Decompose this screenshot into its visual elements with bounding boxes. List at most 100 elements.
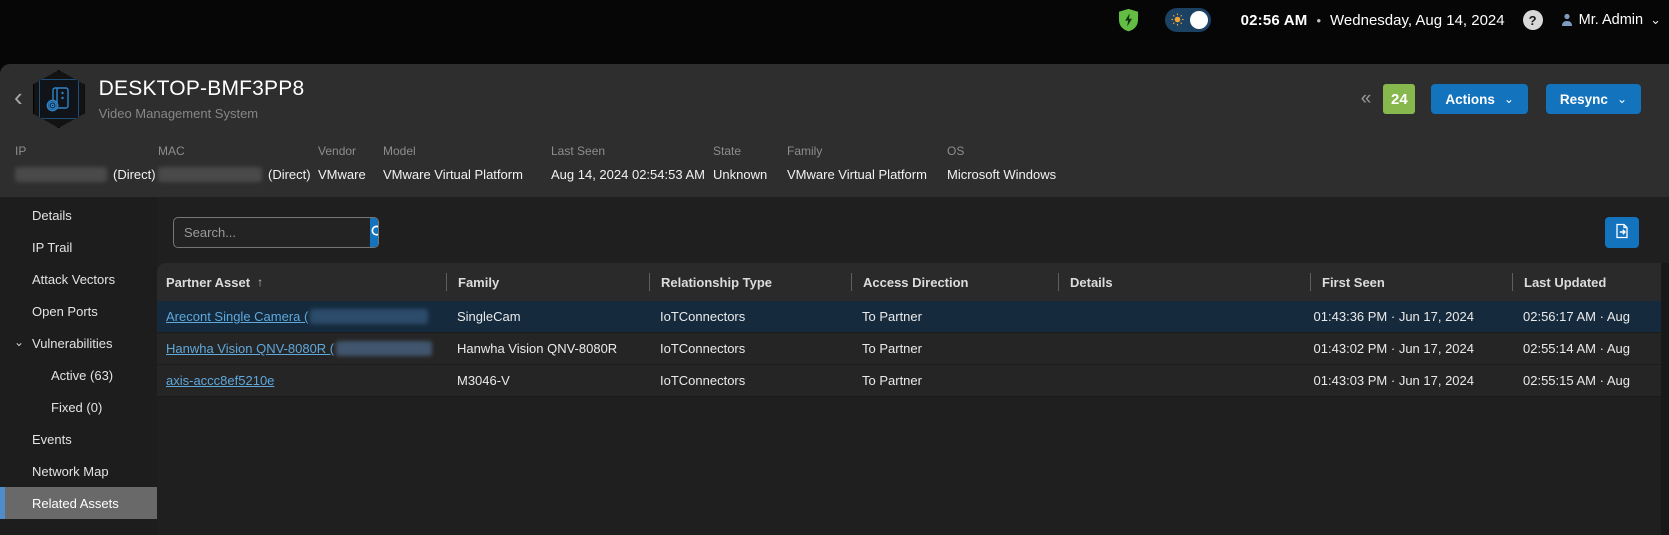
partner-asset-link[interactable]: axis-accc8ef5210e [166, 373, 274, 388]
chevron-down-icon[interactable]: ⌄ [14, 335, 24, 349]
info-value: (Direct) [15, 167, 158, 182]
sidebar-item-attack-vectors[interactable]: Attack Vectors [0, 263, 157, 295]
chevron-down-icon: ⌄ [1504, 92, 1514, 106]
search-input[interactable] [174, 218, 370, 247]
cell-details [1058, 301, 1310, 332]
table-row[interactable]: axis-accc8ef5210e M3046-VIoTConnectorsTo … [157, 365, 1669, 397]
clock-time: 02:56 AM [1241, 12, 1308, 29]
sidebar-item-details[interactable]: Details [0, 199, 157, 231]
column-header-partner-asset[interactable]: Partner Asset↑ [157, 263, 446, 301]
sidebar-item-network-map[interactable]: Network Map [0, 455, 157, 487]
column-header-last-updated[interactable]: Last Updated [1512, 263, 1669, 301]
cell-access-direction: To Partner [851, 365, 1058, 396]
cell-access-direction: To Partner [851, 301, 1058, 332]
search-box [173, 217, 379, 248]
sidebar-item-events[interactable]: Events [0, 423, 157, 455]
info-field-family: FamilyVMware Virtual Platform [787, 144, 947, 182]
column-divider [446, 273, 447, 291]
cell-family: Hanwha Vision QNV-8080R [446, 333, 649, 364]
resync-button-label: Resync [1560, 92, 1608, 107]
column-header-access-direction[interactable]: Access Direction [851, 263, 1058, 301]
cell-access-direction: To Partner [851, 333, 1058, 364]
top-bar: 02:56 AM • Wednesday, Aug 14, 2024 ? Mr.… [0, 0, 1669, 40]
column-divider [649, 273, 650, 291]
column-header-relationship-type[interactable]: Relationship Type [649, 263, 851, 301]
collapse-panel-icon[interactable]: « [1361, 88, 1372, 110]
sidebar-item-vulnerabilities[interactable]: ⌄ Vulnerabilities [0, 327, 157, 359]
sidebar-item-label: Attack Vectors [32, 272, 115, 287]
column-divider [1512, 273, 1513, 291]
cell-family: SingleCam [446, 301, 649, 332]
table-row[interactable]: Arecont Single Camera ( SingleCamIoTConne… [157, 301, 1669, 333]
back-chevron-icon[interactable]: ‹ [14, 84, 23, 110]
sidebar-item-fixed-0[interactable]: Fixed (0) [0, 391, 157, 423]
chevron-down-icon: ⌄ [1617, 92, 1627, 106]
info-value: VMware [318, 167, 383, 182]
cell-family: M3046-V [446, 365, 649, 396]
column-label: Partner Asset [166, 275, 250, 290]
sidebar-item-related-assets[interactable]: Related Assets [0, 487, 157, 519]
info-label: State [713, 144, 787, 158]
redacted-value [336, 341, 432, 356]
sidebar-item-active-63[interactable]: Active (63) [0, 359, 157, 391]
sidebar-item-label: Events [32, 432, 72, 447]
column-label: Family [458, 275, 499, 290]
cell-partner-asset: axis-accc8ef5210e [157, 365, 446, 396]
column-header-details[interactable]: Details [1058, 263, 1310, 301]
info-label: MAC [158, 144, 318, 158]
sidebar-item-label: Related Assets [32, 496, 119, 511]
sidebar-item-open-ports[interactable]: Open Ports [0, 295, 157, 327]
user-menu[interactable]: Mr. Admin ⌄ [1561, 12, 1661, 28]
actions-button-label: Actions [1445, 92, 1495, 107]
search-icon [370, 224, 379, 242]
sidebar-item-label: Vulnerabilities [32, 336, 112, 351]
info-label: Last Seen [551, 144, 713, 158]
info-field-vendor: VendorVMware [318, 144, 383, 182]
resync-button[interactable]: Resync ⌄ [1546, 84, 1641, 114]
column-header-first-seen[interactable]: First Seen [1310, 263, 1512, 301]
column-header-family[interactable]: Family [446, 263, 649, 301]
clock-date: Wednesday, Aug 14, 2024 [1330, 12, 1505, 29]
info-field-ip: IP(Direct) [15, 144, 158, 182]
export-button[interactable] [1605, 217, 1639, 248]
partner-asset-link[interactable]: Hanwha Vision QNV-8080R ( [166, 341, 334, 356]
info-value: VMware Virtual Platform [787, 167, 947, 182]
cell-relationship-type: IoTConnectors [649, 301, 851, 332]
search-button[interactable] [370, 218, 379, 247]
export-icon [1614, 223, 1630, 242]
info-field-last-seen: Last SeenAug 14, 2024 02:54:53 AM [551, 144, 713, 182]
column-label: Relationship Type [661, 275, 772, 290]
info-field-state: State Unknown [713, 144, 787, 182]
redacted-value [158, 167, 262, 182]
sun-icon [1171, 13, 1184, 31]
theme-toggle[interactable] [1165, 8, 1211, 32]
cell-details [1058, 333, 1310, 364]
user-name: Mr. Admin [1579, 12, 1643, 28]
content-area: Partner Asset↑ Family Relationship Type Acc… [157, 197, 1669, 535]
column-divider [1058, 273, 1059, 291]
redacted-value [15, 167, 107, 182]
device-info-row: IP(Direct)MAC(Direct)VendorVMwareModelVM… [0, 144, 1669, 182]
sidebar-item-label: Open Ports [32, 304, 98, 319]
sidebar-item-ip-trail[interactable]: IP Trail [0, 231, 157, 263]
partner-asset-link[interactable]: Arecont Single Camera ( [166, 309, 308, 324]
help-icon[interactable]: ? [1523, 10, 1543, 30]
table-header-row: Partner Asset↑ Family Relationship Type Acc… [157, 263, 1669, 301]
risk-score-badge[interactable]: 24 [1383, 84, 1415, 114]
toggle-knob [1190, 11, 1208, 29]
column-divider [1310, 273, 1311, 291]
page-title: DESKTOP-BMF3PP8 [99, 77, 305, 101]
cell-first-seen: 01:43:03 PM · Jun 17, 2024 [1310, 365, 1512, 396]
cell-last-updated: 02:55:14 AM · Aug [1512, 333, 1669, 364]
column-label: First Seen [1322, 275, 1385, 290]
chevron-down-icon: ⌄ [1650, 12, 1661, 28]
vertical-scrollbar[interactable] [1661, 263, 1669, 535]
table-row[interactable]: Hanwha Vision QNV-8080R ( Hanwha Vision Q… [157, 333, 1669, 365]
sidebar-item-label: Fixed (0) [51, 400, 102, 415]
cell-relationship-type: IoTConnectors [649, 365, 851, 396]
actions-button[interactable]: Actions ⌄ [1431, 84, 1528, 114]
cell-relationship-type: IoTConnectors [649, 333, 851, 364]
info-value: Unknown [713, 167, 787, 182]
security-shield-icon[interactable] [1118, 8, 1139, 32]
cell-partner-asset: Hanwha Vision QNV-8080R ( [157, 333, 446, 364]
